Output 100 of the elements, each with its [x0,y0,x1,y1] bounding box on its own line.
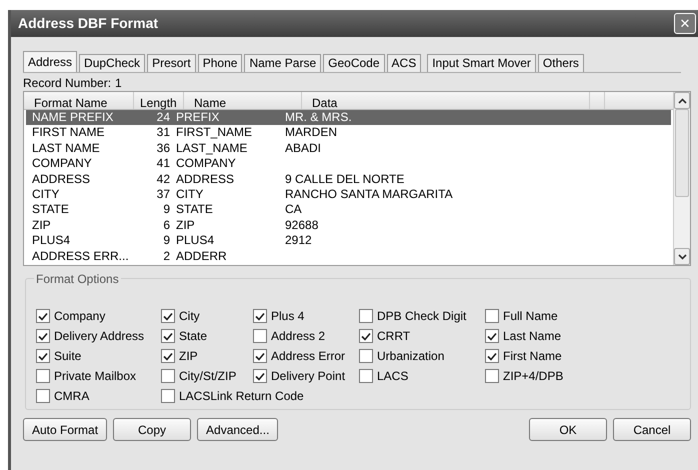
checkbox[interactable] [253,329,267,343]
checkbox[interactable] [36,389,50,403]
checkbox-label[interactable]: Company [54,307,106,325]
checkbox[interactable] [253,349,267,363]
checkbox[interactable] [485,369,499,383]
checkbox[interactable] [253,369,267,383]
tab[interactable]: Presort [147,54,196,72]
checkbox[interactable] [359,349,373,363]
table-row[interactable]: ADDRESS ERR... 2 ADDERR [26,248,671,264]
checkbox-label[interactable]: ZIP+4/DPB [503,367,564,385]
checkbox-label[interactable]: Last Name [503,327,562,345]
checkbox[interactable] [36,329,50,343]
table-cell-text: PLUS4 [31,233,72,249]
table-cell-text: NAME PREFIX [31,110,114,126]
table-row[interactable]: CITY 37 CITY RANCHO SANTA MARGARITA [26,186,671,202]
checkbox-label[interactable]: Private Mailbox [54,367,136,385]
checkbox-label[interactable]: Delivery Address [54,327,144,345]
checkbox[interactable] [161,369,175,383]
tab[interactable]: ACS [386,54,422,72]
dialog-button[interactable]: Auto Format [23,418,108,441]
tab[interactable]: Input Smart Mover [427,54,536,72]
checkbox[interactable] [485,349,499,363]
table-cell-text: PREFIX [176,110,220,126]
table-cell-text: ADDERR [176,248,228,264]
checkbox-label[interactable]: Suite [54,347,82,365]
table-cell-text: MR. & MRS. [285,110,353,126]
table-row[interactable]: NAME PREFIX 24 PREFIX MR. & MRS. [26,110,671,126]
table-cell-text: STATE [31,202,70,218]
tab[interactable]: Phone [198,54,242,72]
table-row[interactable]: ZIP 6 ZIP 92688 [26,218,671,234]
table-row[interactable]: PLUS4 9 PLUS4 2912 [26,233,671,249]
table-cell-text: 92688 [285,218,320,234]
checkbox[interactable] [359,329,373,343]
checkbox-label[interactable]: LACS [377,367,408,385]
tab[interactable]: GeoCode [323,54,385,72]
checkbox[interactable] [161,349,175,363]
table-cell-text: COMPANY [176,156,237,172]
checkbox[interactable] [161,329,175,343]
table-cell-text: ADDRESS [176,172,236,187]
table-cell-text: 2912 [285,233,313,249]
checkbox-label[interactable]: City [179,307,200,325]
column-header[interactable]: Name [184,92,302,109]
table-cell-text: 37 [156,186,171,202]
column-header[interactable]: Data [302,92,590,109]
table-row[interactable]: STATE 9 STATE CA [26,202,671,218]
checkbox-label[interactable]: First Name [503,347,562,365]
dialog-button[interactable]: OK [529,418,607,441]
checkbox-label[interactable]: Plus 4 [271,307,304,325]
table-cell-text: COMPANY [31,156,93,172]
checkbox[interactable] [485,329,499,343]
checkbox[interactable] [36,369,50,383]
table-row[interactable]: LAST NAME 36 LAST_NAME ABADI [26,140,671,156]
scrollbar[interactable] [673,92,690,265]
close-button[interactable]: ✕ [674,13,696,34]
tab[interactable]: Others [538,54,584,72]
checkbox[interactable] [161,309,175,323]
table-row[interactable]: ADDRESS 42 ADDRESS 9 CALLE DEL NORTE [26,172,671,187]
table-cell-text: 6 [162,218,171,234]
checkbox-label[interactable]: Delivery Point [271,367,346,385]
checkbox-label[interactable]: Address 2 [271,327,326,345]
table-cell-text: MARDEN [285,125,338,141]
dialog-button[interactable]: Copy [113,418,192,441]
checkbox[interactable] [485,309,499,323]
scroll-up-icon[interactable] [674,92,690,109]
checkbox-label[interactable]: LACSLink Return Code [179,387,304,405]
checkbox-label[interactable]: Address Error [271,347,346,365]
table-cell-text: 36 [156,140,171,156]
checkbox[interactable] [161,389,175,403]
checkbox-label[interactable]: State [179,327,208,345]
checkbox[interactable] [359,309,373,323]
tab[interactable]: Address [23,51,78,72]
table-cell-text: ADDRESS [31,172,92,187]
scroll-thumb[interactable] [675,109,689,197]
table-cell-text: CA [285,202,303,218]
dialog-button[interactable]: Cancel [613,418,691,441]
table-cell-text: ADDRESS ERR... [31,248,130,264]
table-row[interactable]: FIRST NAME 31 FIRST_NAME MARDEN [26,125,671,141]
table-row[interactable]: COMPANY 41 COMPANY [26,156,671,172]
table-cell-text: FIRST NAME [31,125,106,141]
checkbox[interactable] [253,309,267,323]
checkbox-label[interactable]: ZIP [179,347,198,365]
checkbox-label[interactable]: DPB Check Digit [377,307,466,325]
checkbox[interactable] [36,349,50,363]
checkbox-label[interactable]: Full Name [503,307,558,325]
checkbox-label[interactable]: CMRA [54,387,90,405]
checkbox-label[interactable]: Urbanization [377,347,444,365]
scroll-down-icon[interactable] [674,248,690,265]
column-header[interactable]: Length [134,92,184,109]
checkbox-label[interactable]: CRRT [377,327,410,345]
table-cell-text: ZIP [31,218,52,234]
table-cell-text: PLUS4 [176,233,216,249]
dialog-button[interactable]: Advanced... [197,418,278,441]
checkbox[interactable] [359,369,373,383]
checkbox-label[interactable]: City/St/ZIP [179,367,236,385]
tab[interactable]: DupCheck [79,54,146,72]
table-cell-text: 9 [162,202,171,218]
window-title: Address DBF Format [18,14,158,33]
checkbox[interactable] [36,309,50,323]
tab[interactable]: Name Parse [244,54,322,72]
column-header[interactable]: Format Name [24,92,134,109]
